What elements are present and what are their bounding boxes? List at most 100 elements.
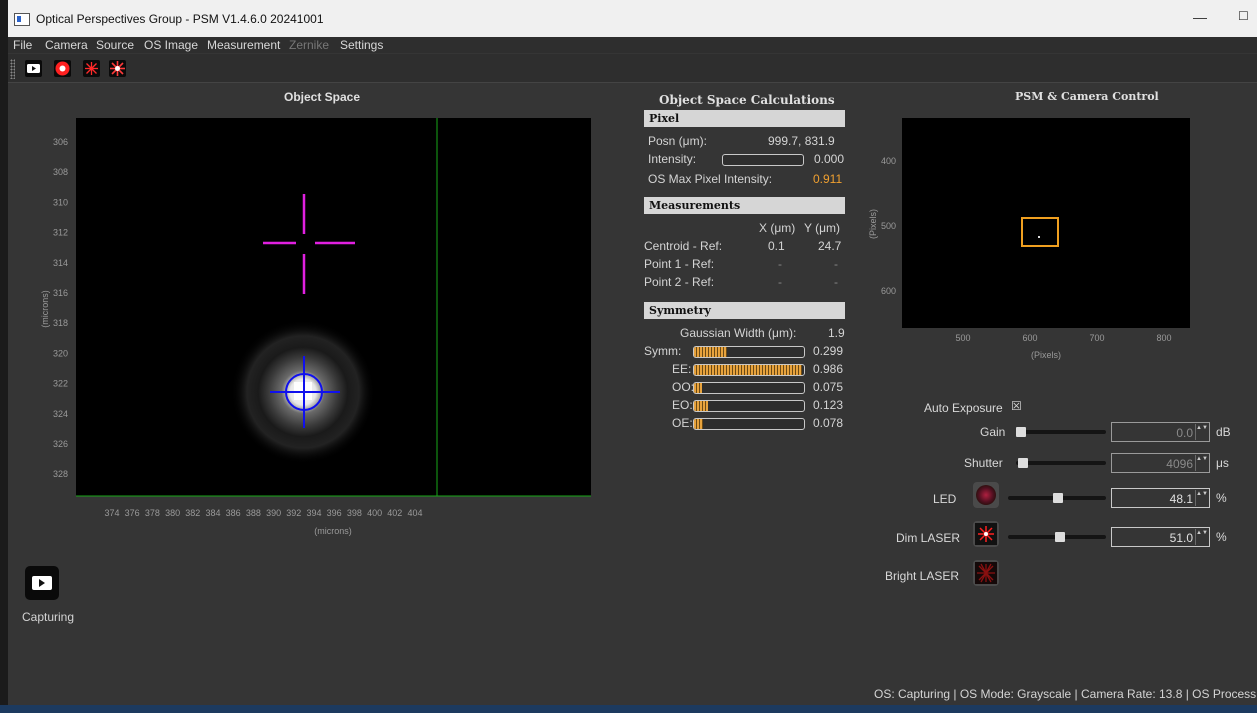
bright-laser-icon[interactable]	[109, 60, 126, 77]
led-source-icon[interactable]	[54, 60, 71, 77]
preview-spot	[1038, 236, 1040, 238]
preview-x-label: (Pixels)	[1031, 350, 1061, 360]
shutter-unit: μs	[1216, 456, 1229, 470]
max-intensity-value: 0.911	[813, 172, 843, 186]
app-window: Optical Perspectives Group - PSM V1.4.6.…	[8, 0, 1257, 705]
status-bar: OS: Capturing | OS Mode: Grayscale | Cam…	[874, 687, 1257, 701]
menu-source[interactable]: Source	[96, 38, 134, 52]
window-title: Optical Perspectives Group - PSM V1.4.6.…	[36, 12, 324, 26]
shutter-slider[interactable]	[1016, 461, 1106, 465]
point1-ref-y: -	[834, 257, 838, 271]
dim-laser-slider-handle[interactable]	[1055, 532, 1065, 542]
os-x-tick-402: 402	[387, 508, 402, 518]
measurements-section-header: Measurements	[644, 197, 845, 214]
pv-y-tick-400: 400	[881, 156, 896, 166]
app-icon	[14, 13, 30, 26]
point2-ref-x: -	[778, 275, 782, 289]
preview-y-ticks: 400 500 600	[881, 156, 896, 296]
eo-value: 0.123	[813, 398, 844, 412]
shutter-slider-handle[interactable]	[1018, 458, 1028, 468]
control-title: PSM & Camera Control	[1015, 90, 1159, 103]
os-y-tick-306: 306	[53, 137, 68, 147]
menu-settings[interactable]: Settings	[340, 38, 383, 52]
centroid-ref-x: 0.1	[768, 239, 785, 253]
y-axis-label: (microns)	[40, 290, 50, 328]
oo-bar	[693, 382, 805, 394]
posn-label: Posn (μm):	[648, 134, 707, 148]
x-axis-ticks: 374 376 378 380 382 384 386 388 390 392 394 396 398 4…	[104, 508, 422, 518]
dim-laser-spinbox[interactable]: 51.0 ▲▼	[1111, 527, 1210, 547]
pv-x-tick-600: 600	[1022, 333, 1037, 343]
led-spinbox[interactable]: 48.1 ▲▼	[1111, 488, 1210, 508]
os-x-tick-390: 390	[266, 508, 281, 518]
os-x-tick-404: 404	[407, 508, 422, 518]
object-space-plot[interactable]: 306 308 310 312 314 316 318 320 322 324 326 328 374…	[28, 116, 608, 536]
os-y-tick-326: 326	[53, 439, 68, 449]
toolbar-grip[interactable]	[10, 59, 15, 79]
camera-capture-icon	[32, 576, 52, 590]
led-button[interactable]	[973, 482, 999, 508]
os-y-tick-324: 324	[53, 409, 68, 419]
point1-ref-x: -	[778, 257, 782, 271]
os-x-tick-386: 386	[226, 508, 241, 518]
os-y-tick-316: 316	[53, 288, 68, 298]
os-y-tick-328: 328	[53, 469, 68, 479]
bright-laser-icon	[975, 562, 997, 584]
os-x-tick-384: 384	[205, 508, 220, 518]
ee-label: EE:	[672, 362, 692, 376]
pixel-section-header: Pixel	[644, 110, 845, 127]
max-intensity-label: OS Max Pixel Intensity:	[648, 172, 773, 186]
menu-zernike: Zernike	[289, 38, 330, 52]
menu-measurement[interactable]: Measurement	[207, 38, 280, 52]
gain-slider-handle[interactable]	[1016, 427, 1026, 437]
shutter-spinbox[interactable]: 4096 ▲▼	[1111, 453, 1210, 473]
os-y-tick-310: 310	[53, 197, 68, 207]
oe-bar	[693, 418, 805, 430]
dim-laser-label: Dim LASER	[896, 531, 961, 545]
gain-unit: dB	[1216, 425, 1231, 439]
auto-exposure-checkbox[interactable]: ☒	[1011, 399, 1022, 413]
menu-os-image[interactable]: OS Image	[144, 38, 198, 52]
os-x-tick-394: 394	[306, 508, 321, 518]
pv-x-tick-500: 500	[955, 333, 970, 343]
auto-exposure-label: Auto Exposure	[924, 401, 1003, 415]
os-x-tick-398: 398	[347, 508, 362, 518]
gain-spinbox[interactable]: 0.0 ▲▼	[1111, 422, 1210, 442]
intensity-label: Intensity:	[648, 152, 697, 166]
object-space-title: Object Space	[284, 90, 361, 104]
capture-button[interactable]	[25, 566, 59, 600]
title-bar: Optical Perspectives Group - PSM V1.4.6.…	[8, 0, 1257, 37]
os-x-tick-376: 376	[125, 508, 140, 518]
point2-ref-label: Point 2 - Ref:	[644, 275, 715, 289]
taskbar	[0, 705, 1257, 713]
os-x-tick-396: 396	[327, 508, 342, 518]
bright-laser-button[interactable]	[973, 560, 999, 586]
preview-y-label: (Pixels)	[868, 209, 878, 239]
dim-laser-icon[interactable]	[83, 60, 100, 77]
menu-camera[interactable]: Camera	[45, 38, 88, 52]
col-y-header: Y (μm)	[804, 221, 841, 235]
led-slider-handle[interactable]	[1053, 493, 1063, 503]
maximize-button[interactable]: ☐	[1238, 9, 1249, 23]
preview-area	[902, 118, 1190, 328]
os-x-tick-400: 400	[367, 508, 382, 518]
os-x-tick-374: 374	[104, 508, 119, 518]
menu-file[interactable]: File	[13, 38, 32, 52]
os-x-tick-392: 392	[286, 508, 301, 518]
gain-slider[interactable]	[1016, 430, 1106, 434]
dim-laser-button[interactable]	[973, 521, 999, 547]
camera-capture-icon[interactable]	[25, 60, 42, 77]
os-y-tick-308: 308	[53, 167, 68, 177]
y-axis-ticks: 306 308 310 312 314 316 318 320 322 324 326 328	[53, 137, 68, 479]
centroid-ref-y: 24.7	[818, 239, 842, 253]
symm-bar	[693, 346, 805, 358]
gain-label: Gain	[980, 425, 1006, 439]
camera-preview-plot[interactable]: 400 500 600 500 600 700 800 (Pixels) (Pixels)	[864, 116, 1194, 366]
symm-label: Symm:	[644, 344, 682, 358]
led-unit: %	[1216, 491, 1227, 505]
gaussian-width-value: 1.9	[828, 326, 845, 340]
x-axis-label: (microns)	[314, 526, 352, 536]
point1-ref-label: Point 1 - Ref:	[644, 257, 715, 271]
calculations-title: Object Space Calculations	[659, 93, 835, 107]
minimize-button[interactable]: —	[1193, 9, 1207, 25]
